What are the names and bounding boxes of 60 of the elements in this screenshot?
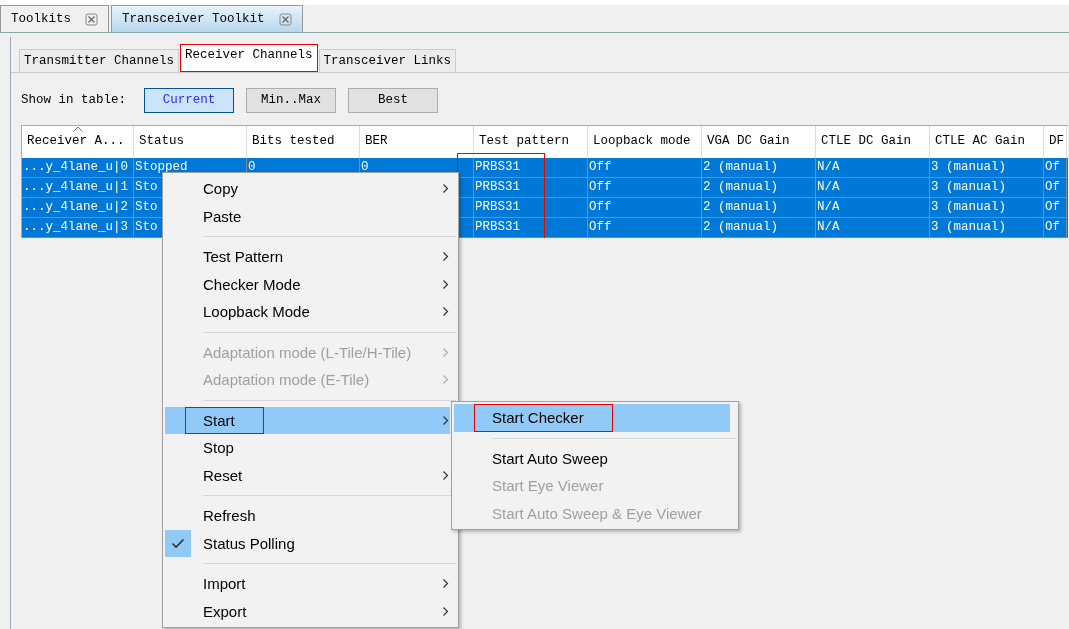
menu-item[interactable]: Start Checker xyxy=(454,404,730,432)
view-toggle-button[interactable]: Current xyxy=(144,87,235,113)
menu-item[interactable]: Loopback Mode xyxy=(165,298,450,326)
table-cell: Of xyxy=(1045,220,1060,234)
table-cell: 3 (manual) xyxy=(931,220,1006,234)
window-tab[interactable]: Transceiver Toolkit xyxy=(111,5,303,32)
table-cell: Sto xyxy=(135,220,158,234)
table-cell: N/A xyxy=(817,200,840,214)
table-cell: PRBS31 xyxy=(475,220,520,234)
sort-caret-icon xyxy=(72,126,83,132)
table-cell: ...y_4lane_u|3 xyxy=(23,220,129,234)
table-cell: 0 xyxy=(248,160,256,174)
table-cell: Sto xyxy=(135,200,158,214)
table-cell: Of xyxy=(1045,160,1060,174)
table-cell: 0 xyxy=(361,160,369,174)
table-cell: 2 (manual) xyxy=(703,200,778,214)
show-in-table-label: Show in table: xyxy=(21,93,127,107)
menu-item[interactable]: Refresh xyxy=(165,502,450,530)
window-tab[interactable]: Toolkits xyxy=(0,5,109,32)
table-cell: Off xyxy=(589,220,612,234)
table-cell: Off xyxy=(589,200,612,214)
table-cell: Off xyxy=(589,180,612,194)
menu-item[interactable]: Import xyxy=(165,570,450,598)
table-row[interactable]: ...y_4lane_u|0 Stopped 0 0 PRBS31 Off 2 (manual) N/A 3 (manual) Of xyxy=(22,158,1068,178)
table-cell: 2 (manual) xyxy=(703,180,778,194)
close-icon xyxy=(85,12,98,26)
table-cell: PRBS31 xyxy=(475,160,520,174)
menu-item[interactable]: Stop xyxy=(165,434,450,462)
table-cell: ...y_4lane_u|0 xyxy=(23,160,129,174)
table-cell: 3 (manual) xyxy=(931,180,1006,194)
table-cell: 2 (manual) xyxy=(703,220,778,234)
table-cell: PRBS31 xyxy=(475,200,520,214)
menu-item[interactable]: Start Auto Sweep xyxy=(454,444,730,472)
view-toggle-button[interactable]: Best xyxy=(348,87,439,113)
table-cell: Off xyxy=(589,160,612,174)
table-cell: 2 (manual) xyxy=(703,160,778,174)
table-cell: Stopped xyxy=(135,160,188,174)
tab[interactable]: Receiver Channels xyxy=(180,44,318,72)
table-cell: ...y_4lane_u|2 xyxy=(23,200,129,214)
menu-item[interactable]: Reset xyxy=(165,461,450,489)
table-cell: Sto xyxy=(135,180,158,194)
menu-item[interactable]: Checker Mode xyxy=(165,270,450,298)
table-cell: Of xyxy=(1045,200,1060,214)
close-icon xyxy=(278,12,292,26)
checkmark-icon xyxy=(171,537,185,549)
table-cell: N/A xyxy=(817,180,840,194)
menu-item[interactable]: Start xyxy=(165,406,450,434)
tab[interactable]: Transceiver Links xyxy=(318,49,457,72)
table-cell: N/A xyxy=(817,220,840,234)
table-cell: 3 (manual) xyxy=(931,160,1006,174)
menu-item[interactable]: Export xyxy=(165,597,450,625)
view-toggle-button[interactable]: Min..Max xyxy=(246,87,337,113)
tab[interactable]: Transmitter Channels xyxy=(19,49,180,72)
menu-item[interactable]: Test Pattern xyxy=(165,243,450,271)
table-cell: N/A xyxy=(817,160,840,174)
table-cell: PRBS31 xyxy=(475,180,520,194)
table-cell: 3 (manual) xyxy=(931,200,1006,214)
table-cell: ...y_4lane_u|1 xyxy=(23,180,129,194)
menu-item[interactable]: Status Polling xyxy=(165,529,450,557)
table-cell: Of xyxy=(1045,180,1060,194)
